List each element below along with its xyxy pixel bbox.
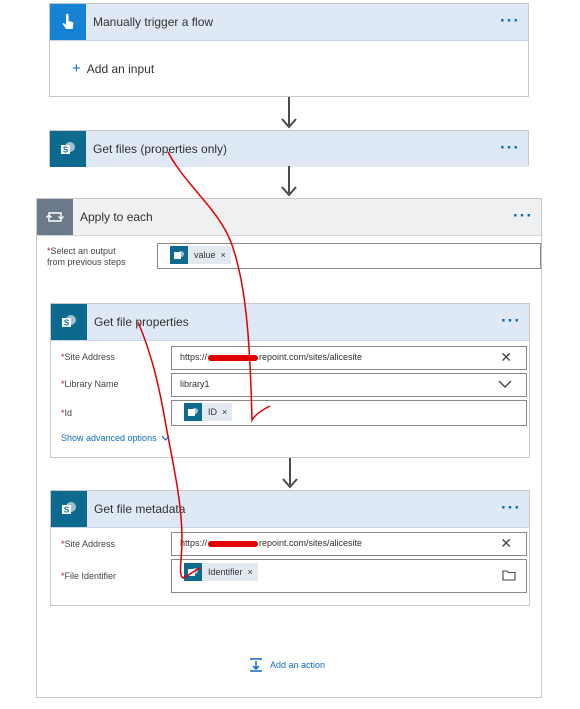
library-name-label: *Library Name <box>61 379 119 389</box>
id-label: *Id <box>61 408 73 418</box>
site-address-label: *Site Address <box>61 352 116 362</box>
svg-text:S: S <box>63 145 69 154</box>
id-input[interactable]: ID × <box>171 400 527 426</box>
get-files-more-menu[interactable]: ··· <box>500 131 520 165</box>
trigger-title: Manually trigger a flow <box>93 15 214 29</box>
sharepoint-icon: S <box>51 491 87 527</box>
sharepoint-icon <box>184 563 202 581</box>
loop-icon <box>37 199 73 235</box>
get-file-meta-title: Get file metadata <box>94 502 186 516</box>
sharepoint-icon <box>170 246 188 264</box>
get-files-card: S Get files (properties only) ··· <box>49 130 529 167</box>
file-identifier-label: *File Identifier <box>61 571 117 581</box>
apply-each-card: Apply to each ··· *Select an output from … <box>36 198 542 698</box>
library-name-select[interactable]: library1 <box>171 373 527 397</box>
get-file-meta-more-menu[interactable]: ··· <box>501 491 521 525</box>
trigger-more-menu[interactable]: ··· <box>500 4 520 38</box>
file-identifier-input[interactable]: Identifier × <box>171 559 527 593</box>
apply-each-title: Apply to each <box>80 210 153 224</box>
hand-touch-icon <box>50 4 86 40</box>
clear-icon[interactable]: ✕ <box>500 347 512 367</box>
identifier-token: Identifier × <box>184 563 258 581</box>
sharepoint-icon: S <box>50 131 86 167</box>
trigger-card: Manually trigger a flow ··· + Add an inpu… <box>49 3 529 97</box>
get-files-header[interactable]: S Get files (properties only) ··· <box>50 131 528 167</box>
id-token-label: ID <box>208 407 217 417</box>
get-files-title: Get files (properties only) <box>93 142 228 156</box>
svg-text:S: S <box>64 505 70 514</box>
arrow-head-icon <box>282 478 298 489</box>
id-token-remove[interactable]: × <box>222 402 227 422</box>
sharepoint-icon <box>184 403 202 421</box>
apply-each-more-menu[interactable]: ··· <box>513 199 533 233</box>
add-input-button[interactable]: + Add an input <box>72 60 154 77</box>
chevron-down-icon <box>498 380 512 388</box>
value-token: value × <box>170 246 231 264</box>
redaction-mark <box>208 540 259 547</box>
get-file-meta-card: S Get file metadata ··· *Site Address ht… <box>50 490 530 606</box>
value-token-label: value <box>194 250 216 260</box>
get-file-props-title: Get file properties <box>94 315 189 329</box>
value-token-remove[interactable]: × <box>221 245 226 265</box>
add-action-label: Add an action <box>270 660 326 670</box>
get-file-props-more-menu[interactable]: ··· <box>501 304 521 338</box>
apply-each-header[interactable]: Apply to each ··· <box>37 199 541 236</box>
select-output-input[interactable]: value × <box>157 243 541 269</box>
chevron-down-icon <box>161 435 170 441</box>
svg-text:S: S <box>64 318 70 327</box>
show-advanced-options-link[interactable]: Show advanced options <box>61 433 170 443</box>
get-file-props-card: S Get file properties ··· *Site Address … <box>50 303 530 458</box>
folder-icon[interactable] <box>502 569 516 581</box>
sharepoint-icon: S <box>51 304 87 340</box>
redaction-mark <box>208 354 259 361</box>
trigger-header[interactable]: Manually trigger a flow ··· <box>50 4 528 41</box>
get-file-props-header[interactable]: S Get file properties ··· <box>51 304 529 341</box>
add-action-icon <box>250 658 262 672</box>
identifier-token-remove[interactable]: × <box>248 562 253 582</box>
add-input-label: Add an input <box>86 62 155 76</box>
meta-site-address-label: *Site Address <box>61 539 116 549</box>
arrow-head-icon <box>281 118 297 129</box>
plus-icon: + <box>72 60 81 77</box>
meta-site-address-input[interactable]: https://repoint.com/sites/alicesite ✕ <box>171 532 527 556</box>
add-action-button[interactable]: Add an action <box>248 657 325 673</box>
clear-icon[interactable]: ✕ <box>500 533 512 553</box>
identifier-token-label: Identifier <box>208 567 243 577</box>
select-output-label: *Select an output from previous steps <box>47 246 126 267</box>
id-token: ID × <box>184 402 233 422</box>
arrow-head-icon <box>281 186 297 197</box>
site-address-input[interactable]: https://repoint.com/sites/alicesite ✕ <box>171 346 527 370</box>
get-file-meta-header[interactable]: S Get file metadata ··· <box>51 491 529 528</box>
